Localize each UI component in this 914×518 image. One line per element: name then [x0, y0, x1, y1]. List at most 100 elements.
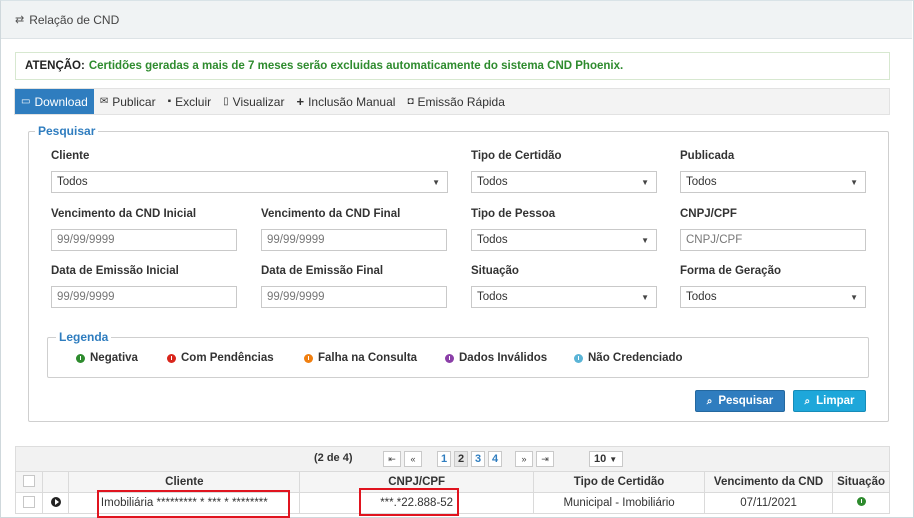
highlight-cnpj [359, 488, 459, 516]
tipo-pessoa-label: Tipo de Pessoa [471, 208, 556, 220]
row-checkbox-cell[interactable] [15, 492, 43, 514]
venc-inicial-label: Vencimento da CND Inicial [51, 208, 197, 220]
info-icon [167, 353, 176, 363]
envelope-icon: ✉ [99, 96, 109, 107]
search-icon: ⌕ [706, 395, 713, 407]
publicar-label: Publicar [112, 94, 156, 109]
legend-label: Com Pendências [181, 352, 274, 364]
legend-falha-consulta: Falha na Consulta [304, 352, 417, 364]
tipo-certidao-value: Todos [477, 176, 508, 188]
chevron-down-icon: ▼ [641, 178, 649, 187]
excluir-button[interactable]: ▪ Excluir [162, 89, 218, 114]
pesquisar-button[interactable]: ⌕ Pesquisar [695, 390, 785, 412]
page-4-button[interactable]: 4 [488, 451, 502, 467]
cliente-label: Cliente [51, 150, 90, 162]
info-icon [445, 353, 454, 363]
cnpj-input[interactable]: CNPJ/CPF [680, 229, 866, 251]
plus-icon: + [296, 94, 305, 109]
info-icon [574, 353, 583, 363]
download-button[interactable]: ▭ Download [15, 89, 94, 114]
row-checkbox[interactable] [22, 495, 35, 508]
forma-geracao-label: Forma de Geração [680, 265, 781, 277]
situacao-label: Situação [471, 265, 519, 277]
cliente-value: Todos [57, 176, 88, 188]
inclusao-label: Inclusão Manual [308, 94, 396, 109]
tipo-pessoa-select[interactable]: Todos ▼ [471, 229, 657, 251]
alert-label: ATENÇÃO: [25, 60, 85, 72]
forma-geracao-select[interactable]: Todos ▼ [680, 286, 866, 308]
first-page-button[interactable]: ⇤ [383, 451, 401, 467]
eraser-icon: ⌕ [804, 395, 811, 407]
next-page-button[interactable]: » [515, 451, 533, 467]
chevron-down-icon: ▼ [432, 178, 440, 187]
publicada-select[interactable]: Todos ▼ [680, 171, 866, 193]
row-expand-cell[interactable] [41, 492, 70, 514]
info-icon [76, 353, 85, 363]
cliente-select[interactable]: Todos ▼ [51, 171, 448, 193]
folder-open-icon: ▭ [21, 96, 31, 107]
publicar-button[interactable]: ✉ Publicar [94, 89, 162, 114]
emissao-final-label: Data de Emissão Final [261, 265, 384, 277]
expand-header [41, 471, 70, 493]
download-label: Download [34, 94, 88, 109]
search-legend: Pesquisar [38, 124, 96, 138]
limpar-button[interactable]: ⌕ Limpar [793, 390, 866, 412]
emissao-rapida-button[interactable]: ◘ Emissão Rápida [401, 89, 510, 114]
emissao-label: Emissão Rápida [417, 94, 505, 109]
select-all-checkbox[interactable] [22, 474, 35, 487]
page-info: (2 de 4) [314, 452, 353, 464]
situacao-value: Todos [477, 291, 508, 303]
situacao-select[interactable]: Todos ▼ [471, 286, 657, 308]
prev-page-button[interactable]: « [404, 451, 422, 467]
legend-com-pendencias: Com Pendências [167, 352, 274, 364]
alert-message: Certidões geradas a mais de 7 meses serã… [88, 60, 624, 72]
last-page-button[interactable]: ⇥ [536, 451, 554, 467]
panel-header: ⇄ Relação de CND [1, 1, 912, 39]
tipo-pessoa-value: Todos [477, 234, 508, 246]
trash-icon: ▪ [167, 96, 172, 107]
col-vencimento[interactable]: Vencimento da CND [704, 471, 834, 493]
forma-geracao-value: Todos [686, 291, 717, 303]
toolbar: ▭ Download ✉ Publicar ▪ Excluir ▯ Visualizar… [14, 88, 890, 115]
panel-title: Relação de CND [29, 12, 120, 27]
rows-per-page-select[interactable]: 10 ▼ [589, 451, 623, 467]
legend-label: Dados Inválidos [459, 352, 548, 364]
excluir-label: Excluir [175, 94, 212, 109]
venc-final-input[interactable]: 99/99/9999 [261, 229, 447, 251]
col-tipo-certidao[interactable]: Tipo de Certidão [533, 471, 706, 493]
legend-negativa: Negativa [76, 352, 138, 364]
rows-per-page-value: 10 [594, 453, 607, 465]
emissao-final-input[interactable]: 99/99/9999 [261, 286, 447, 308]
emissao-inicial-label: Data de Emissão Inicial [51, 265, 179, 277]
chevron-down-icon: ▼ [850, 293, 858, 302]
emissao-inicial-input[interactable]: 99/99/9999 [51, 286, 237, 308]
select-all-header[interactable] [15, 471, 43, 493]
chevron-down-icon: ▼ [641, 236, 649, 245]
page-2-button[interactable]: 2 [454, 451, 468, 467]
expand-row-icon[interactable] [50, 496, 61, 507]
info-icon [304, 353, 313, 363]
chevron-down-icon: ▼ [641, 293, 649, 302]
page-1-button[interactable]: 1 [437, 451, 451, 467]
venc-inicial-input[interactable]: 99/99/9999 [51, 229, 237, 251]
visualizar-button[interactable]: ▯ Visualizar [217, 89, 290, 114]
cell-vencimento: 07/11/2021 [704, 492, 834, 514]
highlight-cliente [97, 490, 290, 518]
legend-dados-invalidos: Dados Inválidos [445, 352, 547, 364]
legend-label: Negativa [90, 352, 138, 364]
tipo-certidao-label: Tipo de Certidão [471, 150, 562, 162]
col-situacao[interactable]: Situação [832, 471, 890, 493]
tipo-certidao-select[interactable]: Todos ▼ [471, 171, 657, 193]
publicada-label: Publicada [680, 150, 735, 162]
publicada-value: Todos [686, 176, 717, 188]
legend-title: Legenda [59, 330, 109, 344]
chevron-down-icon: ▼ [850, 178, 858, 187]
inclusao-manual-button[interactable]: + Inclusão Manual [290, 89, 401, 114]
paginator: (2 de 4) ⇤ « 1 2 3 4 » ⇥ 10 ▼ [15, 446, 890, 471]
pesquisar-label: Pesquisar [718, 395, 774, 407]
legend-label: Falha na Consulta [318, 352, 418, 364]
flash-icon: ◘ [407, 96, 414, 107]
page-3-button[interactable]: 3 [471, 451, 485, 467]
legend-nao-credenciado: Não Credenciado [574, 352, 683, 364]
status-negativa-icon [856, 497, 866, 506]
